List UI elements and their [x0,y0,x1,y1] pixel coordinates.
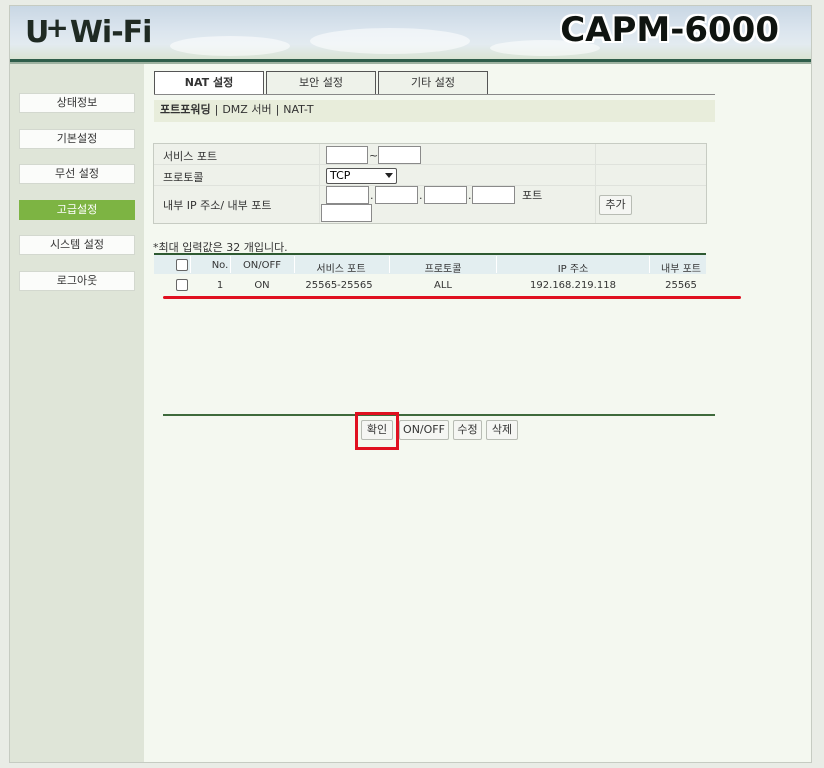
cell-protocol: ALL [434,280,452,291]
protocol-select-value: TCP [330,169,351,182]
sidebar-item-logout[interactable]: 로그아웃 [19,271,135,291]
brand-logo: U+Wi-Fi [25,11,153,50]
ip-dot: . [468,189,472,202]
logo-plus: + [45,11,68,44]
header-onoff: ON/OFF [242,260,282,271]
tab-security[interactable]: 보안 설정 [266,71,376,95]
subnav-port-forwarding[interactable]: 포트포워딩 [160,103,211,116]
header-separator [190,256,191,273]
subnav-separator: | [275,103,280,116]
service-port-from-input[interactable] [326,146,368,164]
subnav-dmz[interactable]: DMZ 서버 [222,103,271,116]
internal-port-input[interactable] [321,204,372,222]
header-separator [496,256,497,273]
ip-octet-1-input[interactable] [326,186,369,204]
header-no: No. [211,260,229,271]
onoff-button[interactable]: ON/OFF [399,420,449,440]
ip-port-label: 내부 IP 주소/ 내부 포트 [163,199,272,212]
ip-dot: . [370,189,374,202]
edit-button[interactable]: 수정 [453,420,482,440]
header-separator [294,256,295,273]
row-checkbox[interactable] [176,279,188,291]
table-bottom-border [163,414,715,416]
protocol-label: 프로토콜 [163,171,204,184]
header-separator [649,256,650,273]
subnav: 포트포워딩 | DMZ 서버 | NAT-T [154,100,715,122]
add-button[interactable]: 추가 [599,195,632,215]
sidebar: 상태정보 기본설정 무선 설정 고급설정 시스템 설정 로그아웃 [10,64,144,762]
header-service-port: 서비스 포트 [316,264,366,275]
cell-onoff: ON [254,280,270,291]
chevron-down-icon [385,173,393,178]
form-divider [319,144,320,223]
logo-wifi: Wi-Fi [69,15,153,50]
main-content: NAT 설정 보안 설정 기타 설정 포트포워딩 | DMZ 서버 | NAT-T 서비… [144,64,811,762]
service-port-to-input[interactable] [378,146,421,164]
select-all-checkbox[interactable] [176,259,188,271]
cell-ip: 192.168.219.118 [530,280,616,291]
subnav-separator: | [214,103,219,116]
form-row-service-port [154,144,706,165]
highlight-box [355,412,399,450]
sidebar-item-system[interactable]: 시스템 설정 [19,235,135,255]
cell-internal-port: 25565 [665,280,697,291]
delete-button[interactable]: 삭제 [486,420,518,440]
cell-service-port: 25565-25565 [305,280,373,291]
ip-octet-3-input[interactable] [424,186,467,204]
tab-other[interactable]: 기타 설정 [378,71,488,95]
cell-no: 1 [216,280,224,291]
service-port-separator: ~ [369,149,379,162]
ip-octet-2-input[interactable] [375,186,418,204]
header-internal-port: 내부 포트 [661,264,701,275]
sidebar-item-wireless[interactable]: 무선 설정 [19,164,135,184]
header-separator [389,256,390,273]
subnav-nat-t[interactable]: NAT-T [283,103,313,116]
header-protocol: 프로토콜 [424,264,462,275]
tab-nat[interactable]: NAT 설정 [154,71,264,95]
port-suffix-label: 포트 [522,189,543,202]
header-banner: U+Wi-Fi CAPM-6000 [10,6,811,61]
form-divider [595,144,596,223]
form-row-protocol [154,165,706,186]
tab-underline [154,94,715,95]
protocol-select[interactable]: TCP [326,168,397,184]
ip-octet-4-input[interactable] [472,186,515,204]
model-name: CAPM-6000 [560,10,779,50]
router-admin-window: U+Wi-Fi CAPM-6000 상태정보 기본설정 무선 설정 고급설정 시… [9,5,812,763]
service-port-label: 서비스 포트 [163,150,218,163]
ip-dot: . [419,189,423,202]
sidebar-item-basic[interactable]: 기본설정 [19,129,135,149]
highlight-underline [163,296,741,299]
sidebar-item-status[interactable]: 상태정보 [19,93,135,113]
sidebar-item-advanced[interactable]: 고급설정 [19,200,135,220]
header-ip: IP 주소 [557,264,589,275]
port-forward-form: 서비스 포트 ~ 프로토콜 TCP 내부 IP 주소/ 내부 포트 . . . … [153,143,707,224]
